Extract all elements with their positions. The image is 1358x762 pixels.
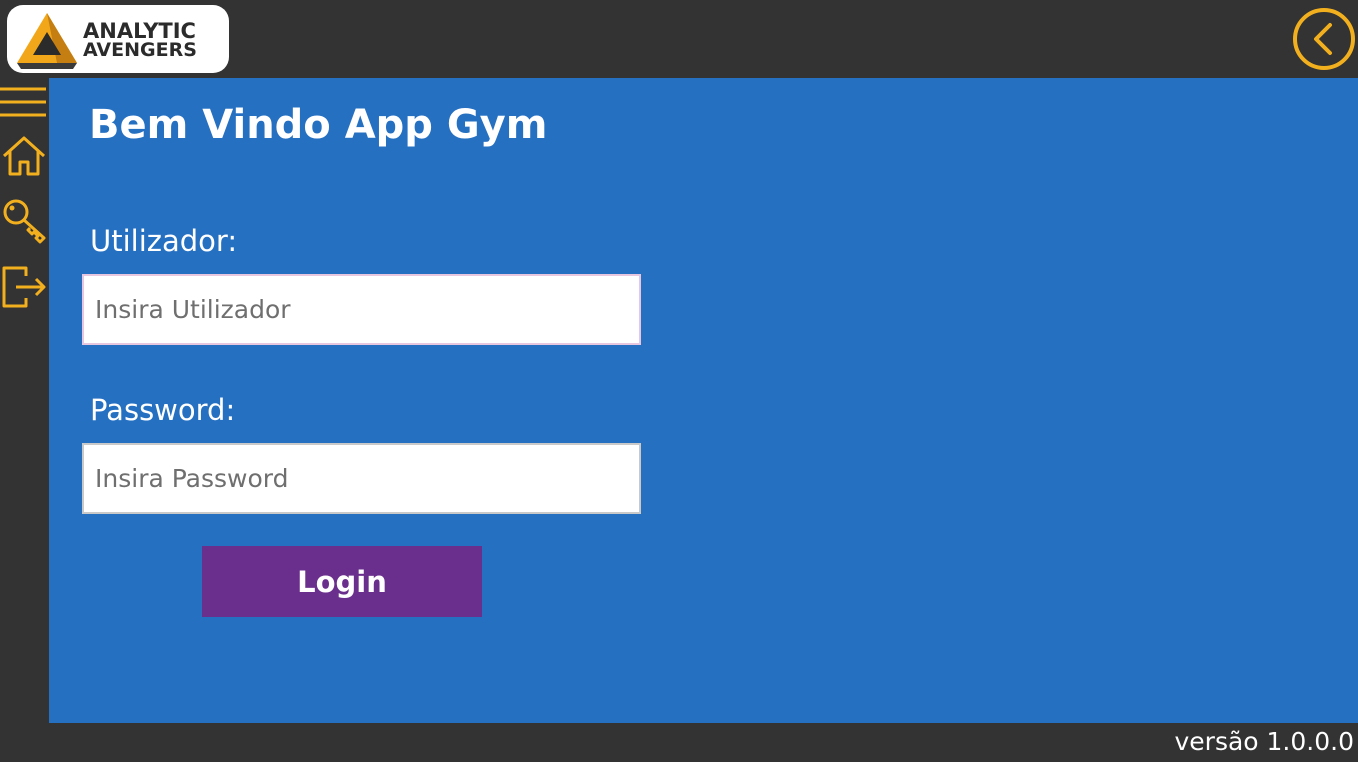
page-title: Bem Vindo App Gym: [89, 102, 548, 148]
sidebar-item-key[interactable]: [0, 196, 49, 244]
home-icon: [2, 136, 46, 176]
analytic-avengers-logo: ANALYTIC AVENGERS: [7, 5, 229, 73]
chevron-left-circle-icon: [1293, 8, 1355, 70]
back-button[interactable]: [1292, 7, 1356, 71]
menu-icon: [0, 87, 46, 117]
top-bar: ANALYTIC AVENGERS: [0, 0, 1358, 78]
key-icon: [3, 199, 46, 244]
logout-icon: [2, 266, 46, 308]
version-label: versão 1.0.0.0: [1174, 727, 1354, 756]
password-label: Password:: [90, 393, 236, 427]
logo-text-line2: AVENGERS: [83, 39, 197, 61]
password-input[interactable]: [82, 443, 641, 514]
menu-button[interactable]: [0, 84, 49, 120]
username-input[interactable]: [82, 274, 641, 345]
username-label: Utilizador:: [90, 224, 238, 258]
sidebar-item-home[interactable]: [0, 134, 49, 178]
sidebar-item-logout[interactable]: [0, 264, 49, 310]
footer: versão 1.0.0.0: [0, 723, 1358, 762]
sidebar: [0, 78, 49, 723]
login-button[interactable]: Login: [202, 546, 482, 617]
login-panel: Bem Vindo App Gym Utilizador: Password: …: [49, 78, 1358, 723]
